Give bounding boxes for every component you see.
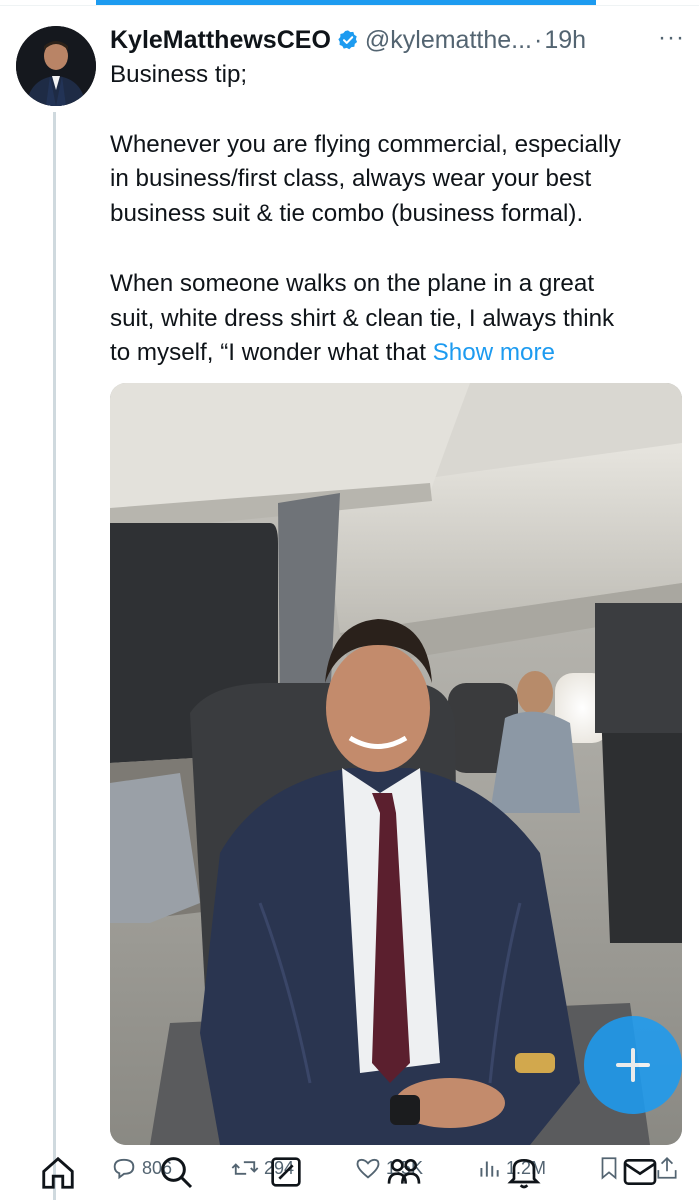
text-line: suit, white dress shirt & clean tie, I a… (110, 304, 615, 332)
text-line: Whenever you are flying commercial, espe… (110, 130, 621, 158)
bottom-tab-bar (0, 1138, 699, 1200)
text-line: Business tip; (110, 61, 248, 88)
communities-icon[interactable] (384, 1152, 424, 1197)
text-line: business suit & tie combo (business form… (110, 200, 584, 228)
avatar-image (16, 26, 96, 106)
grok-icon[interactable] (266, 1152, 306, 1197)
divider (0, 5, 699, 6)
verified-badge-icon (337, 29, 359, 51)
search-icon[interactable] (156, 1152, 196, 1197)
messages-icon[interactable] (620, 1152, 660, 1197)
text-line: in business/first class, always wear you… (110, 165, 592, 193)
compose-button[interactable] (584, 1016, 682, 1114)
text-line-fragment: to myself, “I wonder what that (110, 339, 433, 367)
text-line-last: to myself, “I wonder what that Show more (110, 336, 690, 371)
display-name[interactable]: KyleMatthewsCEO (110, 26, 331, 55)
plus-icon (616, 1048, 650, 1082)
avatar[interactable] (16, 26, 96, 106)
tweet-text: Business tip; Whenever you are flying co… (110, 58, 690, 371)
thread-line (53, 112, 56, 1200)
separator-dot: · (534, 25, 543, 54)
handle[interactable]: @kylematthe... (365, 26, 532, 55)
home-icon[interactable] (38, 1154, 78, 1197)
tweet-header: KyleMatthewsCEO @kylematthe... · 19h ··· (110, 22, 685, 58)
more-options-icon[interactable]: ··· (658, 24, 685, 52)
timestamp[interactable]: 19h (544, 26, 586, 55)
show-more-link[interactable]: Show more (433, 339, 555, 366)
notifications-icon[interactable] (504, 1152, 544, 1197)
text-line: When someone walks on the plane in a gre… (110, 269, 595, 297)
